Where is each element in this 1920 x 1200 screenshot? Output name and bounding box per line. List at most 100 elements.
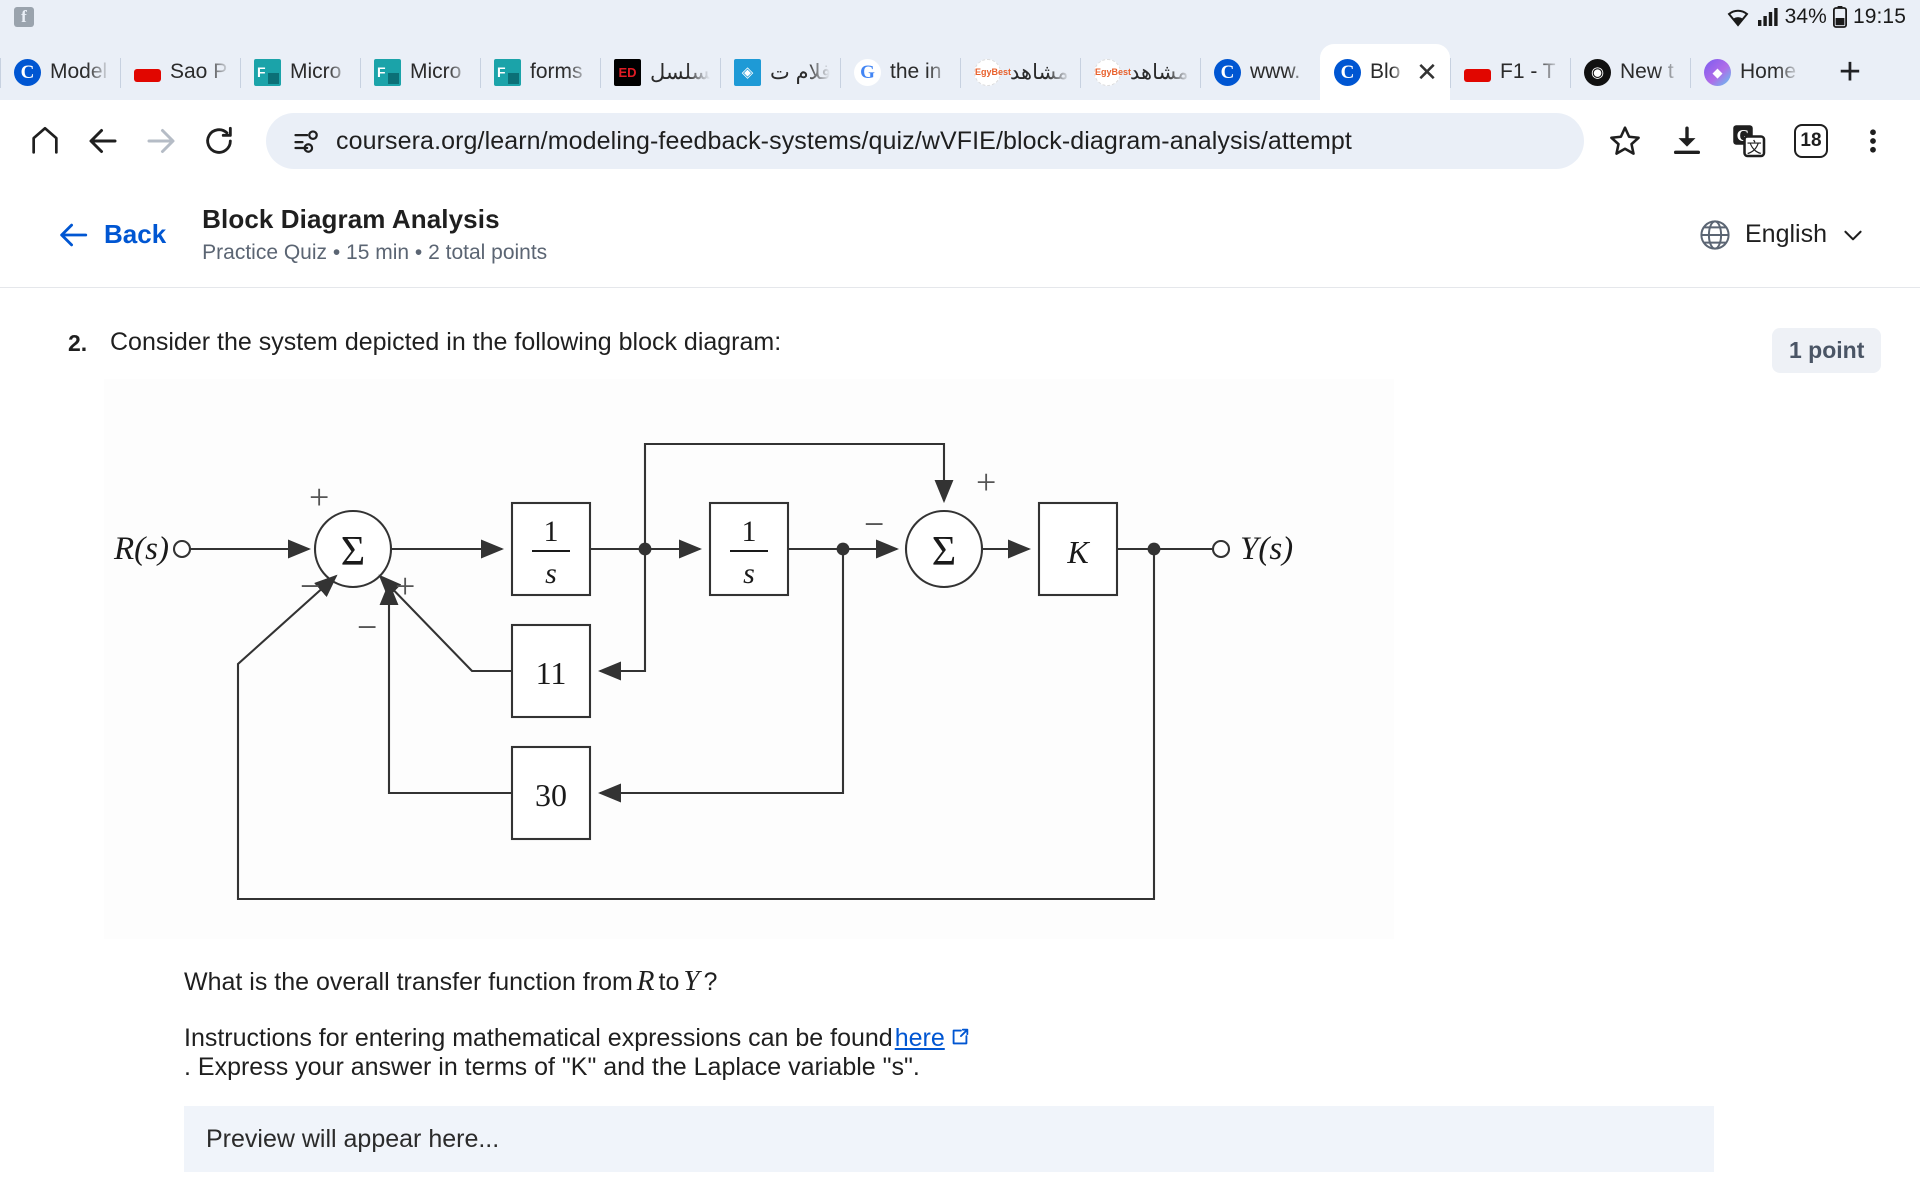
integrator-2-num: 1: [742, 515, 757, 548]
back-link[interactable]: Back: [56, 218, 166, 252]
status-bar-right: 34% 19:15: [1725, 5, 1906, 29]
question-number: 2.: [68, 330, 88, 356]
transfer-question-post: ?: [703, 968, 718, 996]
arrow-left-icon: [60, 223, 88, 246]
block-diagram-image: R(s) Y(s) Σ Σ 1 s 1 s K 11 30 + − + − + …: [104, 379, 1394, 939]
tab-title: Blo: [1370, 60, 1401, 83]
egybest-icon: ED: [614, 58, 641, 86]
tab-title: مشاهد: [1010, 60, 1069, 84]
new-tab-button[interactable]: +: [1810, 44, 1890, 100]
f1-icon: [134, 69, 161, 82]
tab-title: Sao P: [170, 60, 228, 83]
battery-percent-label: 34%: [1784, 5, 1827, 28]
google-translate-icon: G 文: [1733, 125, 1766, 158]
back-button[interactable]: [74, 112, 132, 170]
facebook-icon: f: [14, 7, 34, 27]
browser-tab-12[interactable]: F1 - T: [1450, 44, 1570, 100]
browser-tab-0[interactable]: C Model: [0, 44, 120, 100]
aljazeera-icon: ◈: [734, 58, 761, 86]
summer-1-symbol: Σ: [341, 529, 365, 575]
browser-tab-2[interactable]: F Micro: [240, 44, 360, 100]
status-bar-left: f: [14, 7, 34, 27]
tab-switcher-button[interactable]: 18: [1780, 112, 1842, 170]
chevron-down-icon: [1844, 230, 1862, 240]
coursera-quiz-page: Back Block Diagram Analysis Practice Qui…: [0, 182, 1920, 1200]
instructions-line: Instructions for entering mathematical e…: [184, 1024, 1694, 1082]
close-icon[interactable]: ✕: [1414, 59, 1440, 85]
forward-arrow-icon: [147, 129, 175, 153]
tab-title: F1 - T: [1500, 60, 1556, 83]
question-footer: What is the overall transfer function fr…: [68, 965, 1748, 1172]
wifi-icon: [1727, 9, 1748, 27]
browser-tab-14[interactable]: ◆ Home: [1690, 44, 1810, 100]
browser-tab-13[interactable]: ◉ New t: [1570, 44, 1690, 100]
gain-11-label: 11: [536, 655, 567, 691]
tab-title: Micro: [290, 60, 342, 83]
microsoft-forms-icon: F: [494, 58, 521, 86]
browser-tab-4[interactable]: F forms: [480, 44, 600, 100]
instructions-here-link[interactable]: here: [893, 1024, 947, 1053]
battery-icon: [1832, 6, 1847, 28]
reload-button[interactable]: [190, 112, 248, 170]
language-selector[interactable]: English: [1698, 218, 1866, 252]
tab-title: مسلسل: [650, 60, 710, 84]
browser-tab-10[interactable]: C www.: [1200, 44, 1320, 100]
google-icon: G: [854, 58, 881, 86]
integrator-1-num: 1: [544, 515, 559, 548]
browser-menu-button[interactable]: [1842, 112, 1904, 170]
coursera-icon: C: [14, 58, 41, 86]
summer-1-sign-minus-bottom: −: [357, 607, 377, 647]
browser-tab-5[interactable]: ED مسلسل: [600, 44, 720, 100]
transfer-function-question: What is the overall transfer function fr…: [184, 965, 1694, 998]
preview-placeholder-text: Preview will appear here...: [206, 1124, 500, 1153]
summer-2-sign-minus: −: [864, 504, 884, 544]
browser-tab-11-active[interactable]: C Blo ✕: [1320, 44, 1450, 100]
translate-button[interactable]: G 文: [1718, 112, 1780, 170]
quiz-header: Back Block Diagram Analysis Practice Qui…: [0, 182, 1920, 288]
quiz-subtitle: Practice Quiz • 15 min • 2 total points: [202, 241, 548, 264]
svg-text:文: 文: [1747, 139, 1762, 156]
summer-1-sign-minus-left: −: [300, 566, 320, 606]
back-arrow-icon: [89, 129, 117, 153]
status-bar-clock: 19:15: [1852, 5, 1906, 28]
browser-tab-7[interactable]: G the in: [840, 44, 960, 100]
integrator-1-den: s: [545, 557, 557, 590]
address-bar[interactable]: coursera.org/learn/modeling-feedback-sys…: [266, 113, 1584, 169]
input-label: R(s): [113, 531, 169, 567]
toolbar-actions: G 文 18: [1594, 112, 1904, 170]
forward-button[interactable]: [132, 112, 190, 170]
browser-tab-9[interactable]: EgyBest مشاهد: [1080, 44, 1200, 100]
tab-title: مشاهد: [1130, 60, 1189, 84]
reload-icon: [206, 126, 232, 154]
browser-tab-3[interactable]: F Micro: [360, 44, 480, 100]
page-info-icon[interactable]: [292, 127, 320, 155]
question-body: 2. Consider the system depicted in the f…: [68, 328, 1748, 1172]
integrator-2-den: s: [743, 557, 755, 590]
status-badge: 1 point: [1772, 328, 1882, 373]
cellular-signal-icon: [1757, 8, 1778, 26]
download-icon: [1673, 126, 1701, 155]
star-icon: [1610, 126, 1640, 155]
tab-title: Home: [1740, 60, 1797, 83]
home-button[interactable]: [16, 112, 74, 170]
tab-title: Micro: [410, 60, 462, 83]
language-label: English: [1745, 220, 1827, 248]
tab-title: New t: [1620, 60, 1674, 83]
browser-tab-8[interactable]: EgyBest مشاهد: [960, 44, 1080, 100]
download-button[interactable]: [1656, 112, 1718, 170]
browser-tab-1[interactable]: Sao P: [120, 44, 240, 100]
browser-tab-6[interactable]: ◈ أفلام ت: [720, 44, 840, 100]
gain-30-label: 30: [535, 777, 567, 813]
external-link-icon[interactable]: [947, 1024, 977, 1053]
coursera-icon: C: [1334, 58, 1361, 86]
answer-preview-box: Preview will appear here...: [184, 1106, 1714, 1172]
home-icon: [32, 126, 58, 154]
tab-title: www.: [1250, 60, 1301, 83]
browser-tab-strip[interactable]: C Model Sao P F Micro F Micro F forms ED…: [0, 34, 1920, 100]
egybest-icon: EgyBest: [1094, 58, 1131, 86]
bookmark-button[interactable]: [1594, 112, 1656, 170]
tab-title: أفلام ت: [770, 60, 830, 84]
summer-1-sign-plus-top: +: [309, 477, 329, 517]
transfer-question-pre: What is the overall transfer function fr…: [184, 968, 633, 996]
output-label: Y(s): [1240, 531, 1293, 567]
